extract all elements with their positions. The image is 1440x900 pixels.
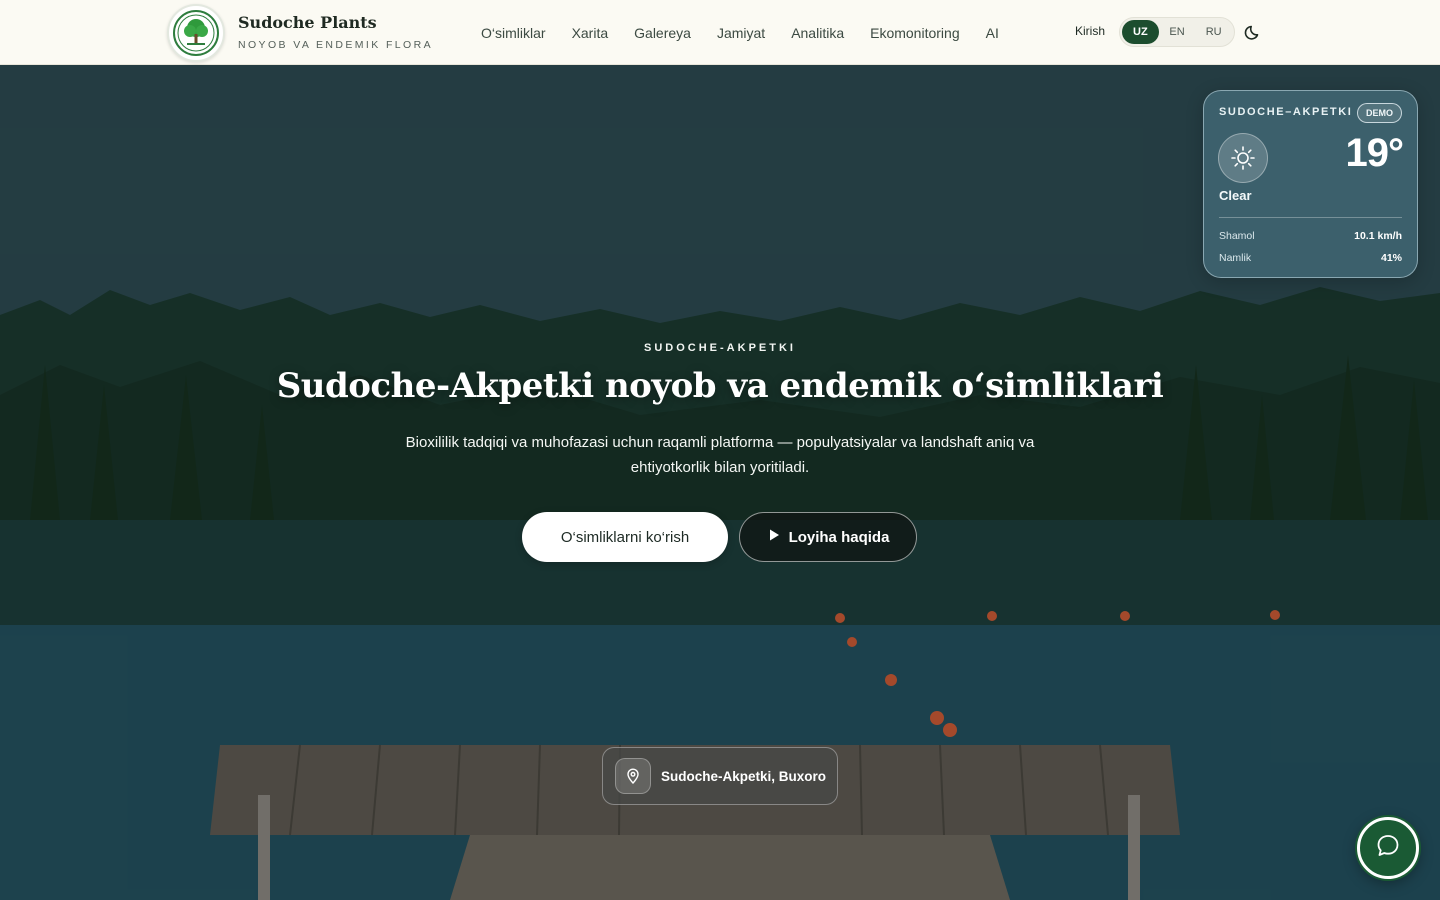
nav-item-ecomonitoring[interactable]: Ekomonitoring <box>857 25 973 41</box>
brand-title[interactable]: Sudoche Plants <box>238 13 377 32</box>
lang-en-button[interactable]: EN <box>1159 20 1196 44</box>
nav-item-map[interactable]: Xarita <box>559 25 622 41</box>
view-plants-button[interactable]: O‘simliklarni ko‘rish <box>522 512 728 562</box>
nav-item-plants[interactable]: O‘simliklar <box>468 25 559 41</box>
humidity-label: Namlik <box>1219 252 1252 264</box>
main-nav: O‘simliklar Xarita Galereya Jamiyat Anal… <box>468 0 1012 65</box>
sun-icon <box>1218 133 1268 183</box>
tree-logo-icon[interactable] <box>167 4 225 62</box>
nav-item-community[interactable]: Jamiyat <box>704 25 778 41</box>
weather-card: SUDOCHE–AKPETKI DEMO 19° Clear Shamol 10… <box>1203 90 1418 278</box>
wind-value: 10.1 km/h <box>1354 230 1402 242</box>
nav-item-ai[interactable]: AI <box>973 25 1012 41</box>
location-pill[interactable]: Sudoche-Akpetki, Buxoro <box>602 747 838 805</box>
play-icon <box>767 528 781 546</box>
nav-item-gallery[interactable]: Galereya <box>621 25 704 41</box>
nav-item-analytics[interactable]: Analitika <box>778 25 857 41</box>
weather-temperature: 19° <box>1345 131 1404 175</box>
wind-row: Shamol 10.1 km/h <box>1219 230 1402 242</box>
weather-condition: Clear <box>1219 188 1252 203</box>
demo-badge: DEMO <box>1357 103 1402 123</box>
map-pin-icon <box>615 758 651 794</box>
chat-button[interactable] <box>1357 817 1419 879</box>
chat-bubble-icon <box>1375 833 1401 863</box>
weather-location: SUDOCHE–AKPETKI <box>1219 106 1353 118</box>
lang-uz-button[interactable]: UZ <box>1122 20 1159 44</box>
login-link[interactable]: Kirish <box>1075 24 1105 38</box>
humidity-value: 41% <box>1380 252 1402 264</box>
hero-description: Bioxililik tadqiqi va muhofazasi uchun r… <box>405 434 1035 476</box>
wind-label: Shamol <box>1219 230 1255 242</box>
humidity-row: Namlik 41% <box>1219 252 1402 264</box>
about-project-button[interactable]: Loyiha haqida <box>739 512 917 562</box>
location-label: Sudoche-Akpetki, Buxoro <box>661 768 827 784</box>
site-header: Sudoche Plants NOYOB VA ENDEMIK FLORA O‘… <box>0 0 1440 65</box>
moon-icon[interactable] <box>1244 22 1264 42</box>
weather-divider <box>1219 217 1402 218</box>
about-project-label: Loyiha haqida <box>788 528 890 546</box>
hero-title: Sudoche-Akpetki noyob va endemik o‘simli… <box>276 366 1164 406</box>
lang-ru-button[interactable]: RU <box>1195 20 1232 44</box>
language-switcher: UZ EN RU <box>1119 17 1235 47</box>
hero-eyebrow: SUDOCHE-AKPETKI <box>644 342 796 354</box>
brand-subtitle: NOYOB VA ENDEMIK FLORA <box>238 39 433 51</box>
